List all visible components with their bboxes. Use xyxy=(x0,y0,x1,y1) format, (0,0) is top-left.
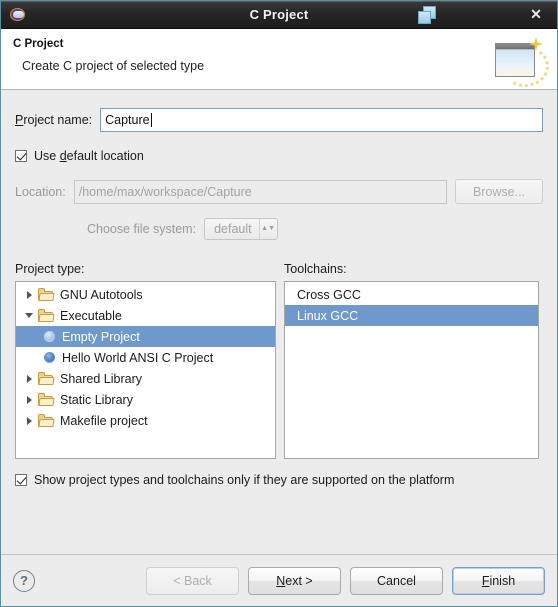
chevron-right-icon[interactable] xyxy=(22,414,36,428)
file-system-value: default xyxy=(214,222,252,236)
tree-item-label: Shared Library xyxy=(60,371,142,386)
disc-icon xyxy=(44,352,55,363)
banner-title: C Project xyxy=(13,38,64,50)
folder-icon xyxy=(38,414,55,427)
file-system-row: Choose file system: default ▲▼ xyxy=(15,218,543,240)
use-default-location-checkbox[interactable] xyxy=(15,150,27,162)
dialog-content: Project name: Capture Use default locati… xyxy=(1,90,557,554)
list-item-label: Cross GCC xyxy=(297,287,361,302)
show-supported-row[interactable]: Show project types and toolchains only i… xyxy=(15,473,543,487)
restore-windows-icon[interactable] xyxy=(415,4,441,26)
help-icon[interactable]: ? xyxy=(13,569,35,592)
location-row: Location: /home/max/workspace/Capture Br… xyxy=(15,179,543,204)
window-title: C Project xyxy=(249,7,309,22)
location-input: /home/max/workspace/Capture xyxy=(73,179,447,204)
file-system-label: Choose file system: xyxy=(87,222,197,236)
project-name-label: Project name: xyxy=(15,113,93,127)
selection-panels: Project type: GNU Autotools Executable E… xyxy=(15,262,543,459)
show-supported-checkbox[interactable] xyxy=(15,474,27,486)
tree-item-executable[interactable]: Executable xyxy=(16,305,275,326)
list-item-linux-gcc[interactable]: Linux GCC xyxy=(285,305,538,326)
disc-icon xyxy=(44,331,55,342)
location-label: Location: xyxy=(15,184,66,199)
new-project-wizard-icon xyxy=(493,35,553,91)
project-type-panel: Project type: GNU Autotools Executable E… xyxy=(15,262,276,459)
tree-item-makefile-project[interactable]: Makefile project xyxy=(16,410,275,431)
close-icon[interactable]: ✕ xyxy=(523,4,549,26)
folder-icon xyxy=(38,288,55,301)
project-name-row: Project name: Capture xyxy=(15,108,543,132)
folder-icon xyxy=(38,309,55,322)
chevron-down-icon[interactable] xyxy=(22,309,36,323)
list-item-label: Linux GCC xyxy=(297,308,359,323)
file-system-select: default ▲▼ xyxy=(204,218,278,240)
cancel-button[interactable]: Cancel xyxy=(350,566,443,595)
c-project-dialog-window: C Project ✕ C Project Create C project o… xyxy=(0,0,558,607)
show-supported-label: Show project types and toolchains only i… xyxy=(34,473,455,487)
text-caret xyxy=(150,113,152,127)
list-item-cross-gcc[interactable]: Cross GCC xyxy=(285,284,538,305)
location-value: /home/max/workspace/Capture xyxy=(78,184,252,199)
eclipse-icon xyxy=(9,7,27,23)
tree-item-label: Makefile project xyxy=(60,413,148,428)
folder-icon xyxy=(38,372,55,385)
tree-item-label: Static Library xyxy=(60,392,133,407)
chevron-updown-icon: ▲▼ xyxy=(261,225,276,232)
tree-item-label: GNU Autotools xyxy=(60,287,143,302)
finish-button[interactable]: Finish xyxy=(452,566,545,595)
chevron-right-icon[interactable] xyxy=(22,372,36,386)
project-name-input[interactable]: Capture xyxy=(100,108,543,132)
toolchains-list[interactable]: Cross GCC Linux GCC xyxy=(284,281,539,459)
toolchains-panel: Toolchains: Cross GCC Linux GCC xyxy=(284,262,539,459)
browse-button: Browse... xyxy=(455,179,543,204)
wizard-banner: C Project Create C project of selected t… xyxy=(1,29,557,91)
tree-item-gnu-autotools[interactable]: GNU Autotools xyxy=(16,284,275,305)
next-button[interactable]: Next > xyxy=(248,566,341,595)
project-type-label: Project type: xyxy=(15,262,85,276)
banner-subtitle: Create C project of selected type xyxy=(22,59,205,73)
tree-item-label: Hello World ANSI C Project xyxy=(62,350,214,365)
tree-item-hello-world-ansi-c-project[interactable]: Hello World ANSI C Project xyxy=(16,347,275,368)
tree-item-label: Executable xyxy=(60,308,122,323)
tree-item-empty-project[interactable]: Empty Project xyxy=(16,326,275,347)
folder-icon xyxy=(38,393,55,406)
tree-item-label: Empty Project xyxy=(62,329,140,344)
dialog-footer: ? < Back Next > Cancel Finish xyxy=(1,554,557,606)
use-default-location-label: Use default location xyxy=(34,149,144,163)
title-bar: C Project ✕ xyxy=(1,1,557,29)
chevron-right-icon[interactable] xyxy=(22,288,36,302)
tree-item-shared-library[interactable]: Shared Library xyxy=(16,368,275,389)
back-button: < Back xyxy=(146,566,239,595)
chevron-right-icon[interactable] xyxy=(22,393,36,407)
toolchains-label: Toolchains: xyxy=(284,262,347,276)
project-type-tree[interactable]: GNU Autotools Executable Empty Project H… xyxy=(15,281,276,459)
project-name-value: Capture xyxy=(105,113,150,127)
use-default-location-row[interactable]: Use default location xyxy=(15,149,543,163)
tree-item-static-library[interactable]: Static Library xyxy=(16,389,275,410)
